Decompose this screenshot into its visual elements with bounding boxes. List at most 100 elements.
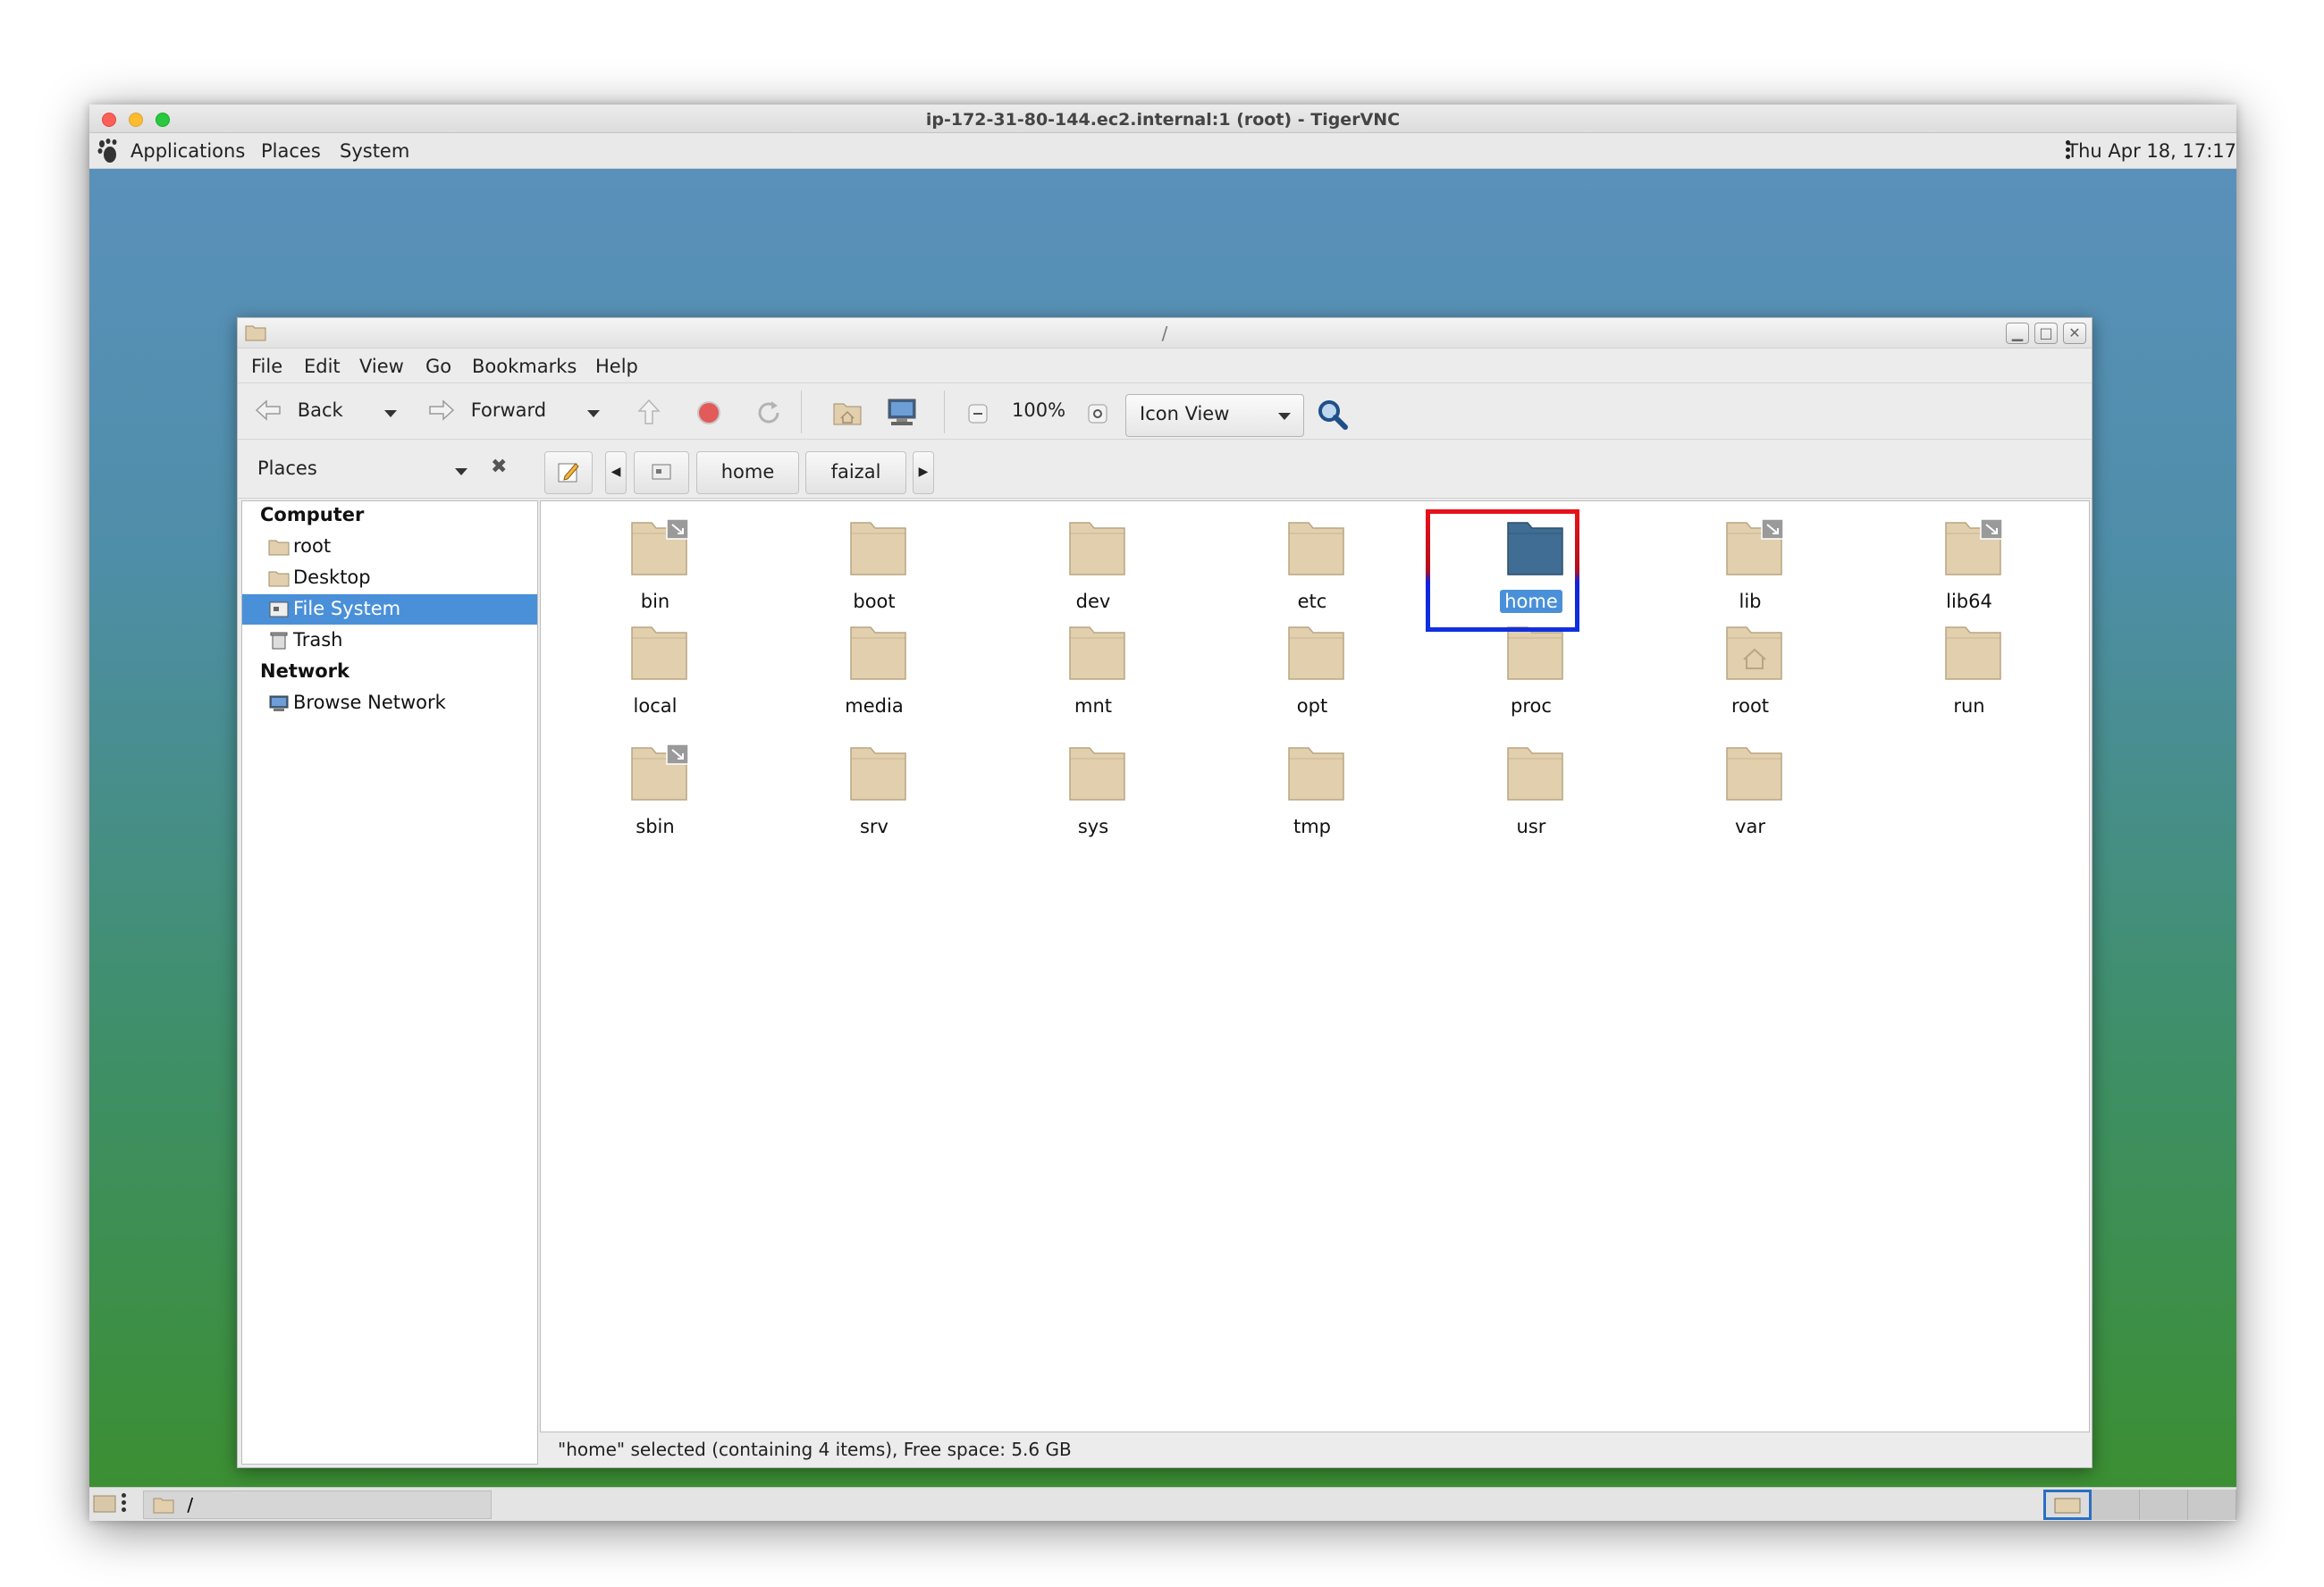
file-name: lib64 [1946,591,1992,612]
file-item-sbin[interactable]: sbin [584,735,727,843]
reload-icon[interactable] [754,399,783,427]
file-name: var [1735,816,1765,837]
toolbar: Back Forward 100% Icon View [238,382,2092,440]
forward-button[interactable]: Forward [427,398,546,423]
folder-icon [631,626,687,680]
taskbar-window-label: / [187,1494,194,1516]
window-title: / [1161,323,1168,344]
back-label: Back [297,399,343,421]
view-mode-select[interactable]: Icon View [1125,394,1304,437]
sidebar-item-desktop[interactable]: Desktop [242,563,537,593]
vnc-titlebar: ip-172-31-80-144.ec2.internal:1 (root) -… [89,105,2236,133]
close-side-pane-icon[interactable]: ✖ [491,456,507,478]
workspace-3[interactable] [2140,1490,2188,1520]
system-menu[interactable]: System [340,140,409,162]
folder-icon [1945,519,2003,575]
sidebar-item-root[interactable]: root [242,532,537,562]
sidebar-item-label: Browse Network [293,692,446,713]
vnc-window-title: ip-172-31-80-144.ec2.internal:1 (root) -… [925,110,1401,130]
workspace-4[interactable] [2188,1490,2236,1520]
folder-icon [1069,747,1125,801]
file-item-srv[interactable]: srv [803,735,946,843]
toggle-location-entry-button[interactable] [544,451,593,494]
file-item-media[interactable]: media [803,615,946,722]
forward-arrow-icon [429,399,455,421]
menu-file[interactable]: File [251,356,282,377]
menu-bookmarks[interactable]: Bookmarks [472,356,577,377]
zoom-out-icon[interactable] [968,404,988,424]
menu-view[interactable]: View [359,356,404,377]
show-desktop-icon[interactable] [93,1493,116,1515]
minimize-button[interactable]: ▁ [2006,323,2029,344]
file-item-sys[interactable]: sys [1022,735,1165,843]
file-name: etc [1297,591,1327,612]
workspace-1[interactable] [2043,1490,2092,1520]
places-menu[interactable]: Places [261,140,321,162]
icon-view[interactable]: bin boot dev etc home lib lib64 local media mnt op… [540,500,2090,1432]
maximize-button[interactable]: □ [2034,323,2058,344]
forward-history-dropdown-icon[interactable] [586,409,601,418]
file-item-etc[interactable]: etc [1241,510,1384,617]
folder-icon [850,747,906,801]
workspace-2[interactable] [2092,1490,2140,1520]
up-arrow-icon[interactable] [636,398,662,426]
places-sidebar: Computer root Desktop File System Trash … [241,500,538,1465]
location-bar-row: Places ✖ ◀ home faizal ▶ [238,440,2092,499]
zoom-level[interactable]: 100% [1012,399,1065,421]
file-manager-titlebar[interactable]: / ▁ □ ✕ [238,318,2092,348]
file-item-lib[interactable]: lib [1679,510,1822,617]
breadcrumb-faizal[interactable]: faizal [805,451,906,494]
file-item-run[interactable]: run [1898,615,2041,722]
close-button[interactable]: ✕ [2063,323,2086,344]
breadcrumb-root[interactable] [634,451,689,494]
sidebar-header-network: Network [260,660,350,682]
edit-location-icon [558,463,579,483]
sidebar-item-label: File System [293,598,401,619]
zoom-normal-icon[interactable] [1088,404,1107,424]
file-name: run [1953,695,1985,717]
file-item-local[interactable]: local [584,615,727,722]
search-icon[interactable] [1317,399,1349,431]
folder-icon [1726,626,1782,680]
stop-icon[interactable] [695,399,722,426]
file-item-lib64[interactable]: lib64 [1898,510,2041,617]
panel-clock[interactable]: Thu Apr 18, 17:17 [2067,140,2236,162]
file-item-mnt[interactable]: mnt [1022,615,1165,722]
trash-icon [270,632,288,650]
menu-go[interactable]: Go [425,356,451,377]
file-name: bin [640,591,670,612]
breadcrumb-scroll-left[interactable]: ◀ [605,451,627,494]
panel-handle-icon[interactable] [122,1493,126,1516]
file-item-dev[interactable]: dev [1022,510,1165,617]
side-pane-selector[interactable]: Places [257,458,317,479]
back-button[interactable]: Back [254,398,343,423]
file-item-bin[interactable]: bin [584,510,727,617]
vnc-window: ip-172-31-80-144.ec2.internal:1 (root) -… [89,105,2236,1521]
sidebar-item-browse-network[interactable]: Browse Network [242,688,537,718]
taskbar-window-button[interactable]: / [143,1490,492,1519]
back-history-dropdown-icon[interactable] [383,409,398,418]
breadcrumb-scroll-right[interactable]: ▶ [913,451,934,494]
file-item-root[interactable]: root [1679,615,1822,722]
file-item-var[interactable]: var [1679,735,1822,843]
file-name: local [633,695,678,717]
menu-help[interactable]: Help [595,356,638,377]
home-folder-icon[interactable] [832,399,863,427]
applications-menu[interactable]: Applications [131,140,245,162]
highlight-box [1426,509,1579,632]
file-item-tmp[interactable]: tmp [1241,735,1384,843]
breadcrumb-home[interactable]: home [696,451,799,494]
sidebar-item-trash[interactable]: Trash [242,626,537,656]
file-item-usr[interactable]: usr [1460,735,1603,843]
folder-icon [1288,626,1344,680]
chevron-down-icon[interactable] [455,468,467,475]
file-name: dev [1075,591,1111,612]
computer-icon[interactable] [886,397,918,427]
gnome-foot-icon[interactable] [97,139,120,164]
view-mode-label: Icon View [1140,403,1230,424]
menu-edit[interactable]: Edit [304,356,341,377]
file-item-boot[interactable]: boot [803,510,946,617]
sidebar-item-file-system[interactable]: File System [242,594,537,625]
file-item-opt[interactable]: opt [1241,615,1384,722]
toolbar-separator [944,390,945,433]
